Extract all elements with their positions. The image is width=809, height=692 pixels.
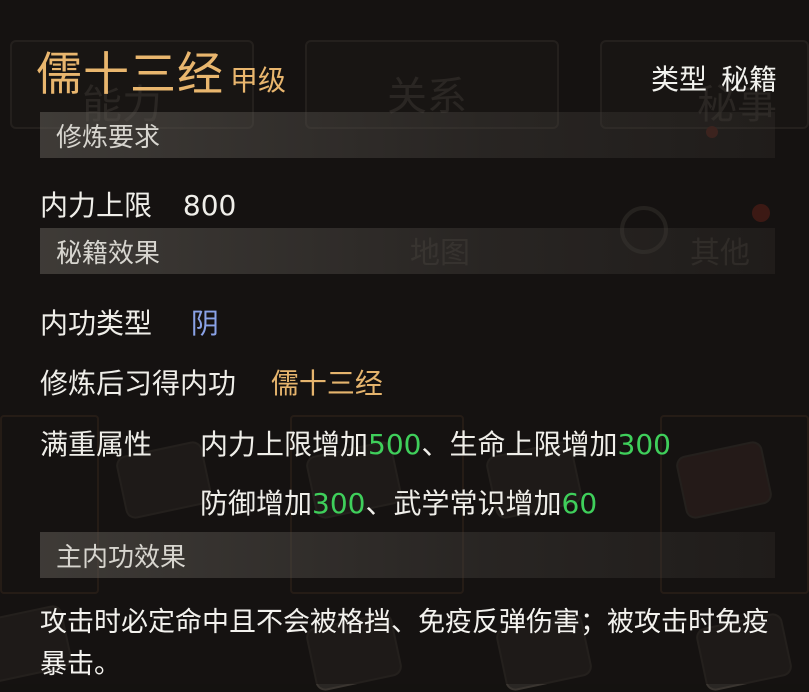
bonus-value: 300 bbox=[617, 428, 671, 461]
learned-skill-row: 修炼后习得内功 儒十三经 bbox=[40, 362, 383, 402]
bonus-label: 生命上限增加 bbox=[449, 428, 618, 461]
requirement-row: 内力上限 800 bbox=[40, 184, 236, 224]
main-effect-description: 攻击时必定命中且不会被格挡、免疫反弹伤害；被攻击时免疫暴击。 bbox=[40, 607, 769, 680]
bonus-separator: 、 bbox=[421, 428, 450, 461]
skill-type-row: 内功类型 阴 bbox=[40, 302, 219, 342]
section-header-effect: 秘籍效果 bbox=[40, 228, 775, 274]
learned-skill-value: 儒十三经 bbox=[270, 367, 383, 400]
item-name: 儒十三经 bbox=[36, 47, 224, 101]
bonus-value: 60 bbox=[561, 487, 598, 520]
item-tooltip: 儒十三经 甲级 类型 秘籍 修炼要求 内力上限 800 秘籍效果 内功类型 阴 修… bbox=[0, 0, 809, 684]
skill-type-value: 阴 bbox=[190, 307, 219, 340]
item-type-label: 类型 bbox=[650, 63, 707, 96]
bonus-value: 500 bbox=[368, 428, 422, 461]
section-header-label: 秘籍效果 bbox=[56, 238, 161, 269]
item-title: 儒十三经 甲级 bbox=[36, 38, 286, 104]
bonus-label: 武学常识增加 bbox=[393, 487, 562, 520]
bonus-separator: 、 bbox=[365, 487, 394, 520]
section-header-label: 主内功效果 bbox=[56, 542, 187, 573]
skill-type-label: 内功类型 bbox=[40, 307, 153, 340]
item-type: 类型 秘籍 bbox=[651, 58, 777, 98]
section-header-main-effect: 主内功效果 bbox=[40, 532, 775, 578]
bonus-label: 内力上限增加 bbox=[200, 428, 369, 461]
item-type-value: 秘籍 bbox=[720, 63, 777, 96]
full-bonus-line-2: 防御增加300、武学常识增加60 bbox=[200, 482, 597, 522]
bonus-label: 防御增加 bbox=[200, 487, 313, 520]
learned-skill-label: 修炼后习得内功 bbox=[40, 367, 237, 400]
section-header-requirement: 修炼要求 bbox=[40, 112, 775, 158]
full-bonus-line-1: 内力上限增加500、生命上限增加300 bbox=[200, 423, 671, 463]
item-grade: 甲级 bbox=[230, 64, 287, 97]
full-bonus-label: 满重属性 bbox=[40, 428, 153, 461]
bonus-value: 300 bbox=[312, 487, 366, 520]
section-header-label: 修炼要求 bbox=[56, 122, 161, 153]
requirement-value: 800 bbox=[182, 189, 237, 222]
requirement-label: 内力上限 bbox=[40, 189, 153, 222]
